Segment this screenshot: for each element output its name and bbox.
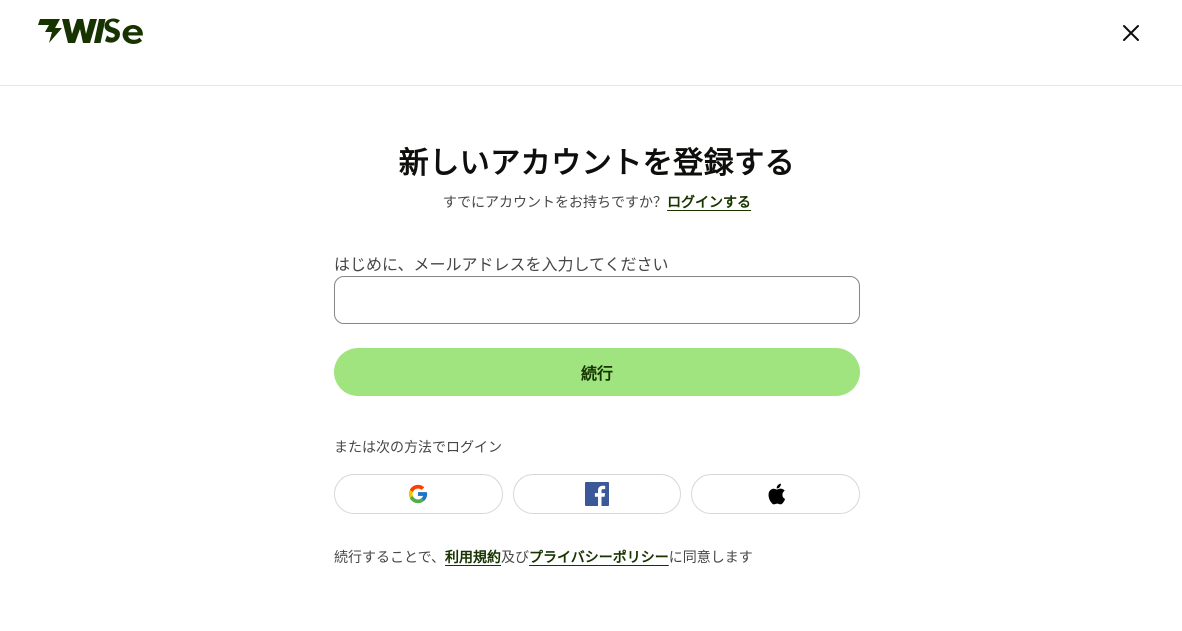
terms-link[interactable]: 利用規約 xyxy=(445,550,501,566)
close-icon xyxy=(1123,25,1139,41)
google-login-button[interactable] xyxy=(334,474,503,514)
close-button[interactable] xyxy=(1116,18,1146,48)
privacy-link[interactable]: プライバシーポリシー xyxy=(529,550,669,566)
page-title: 新しいアカウントを登録する xyxy=(398,146,796,181)
terms-suffix: に同意します xyxy=(668,550,753,566)
login-link[interactable]: ログインする xyxy=(667,195,751,211)
apple-icon xyxy=(768,483,785,505)
terms-prefix: 続行することで、 xyxy=(334,550,446,566)
wise-logo-icon xyxy=(38,18,143,44)
wise-logo[interactable] xyxy=(38,15,146,45)
terms-notice: 続行することで、利用規約及びプライバシーポリシーに同意します xyxy=(334,547,753,567)
facebook-icon xyxy=(585,482,609,506)
social-login-buttons xyxy=(334,474,861,514)
email-field[interactable] xyxy=(334,276,860,324)
alt-login-label: または次の方法でログイン xyxy=(334,440,502,456)
email-label: はじめに、メールアドレスを入力してください xyxy=(334,255,669,274)
terms-and: 及び xyxy=(501,550,530,566)
facebook-login-button[interactable] xyxy=(512,474,682,514)
continue-button[interactable]: 続行 xyxy=(334,348,860,396)
top-bar xyxy=(0,0,1182,86)
apple-login-button[interactable] xyxy=(691,474,861,514)
login-prompt-text: すでにアカウントをお持ちですか？ xyxy=(442,195,668,211)
google-icon xyxy=(409,484,428,504)
login-prompt: すでにアカウントをお持ちですか？ログインする xyxy=(234,192,960,212)
